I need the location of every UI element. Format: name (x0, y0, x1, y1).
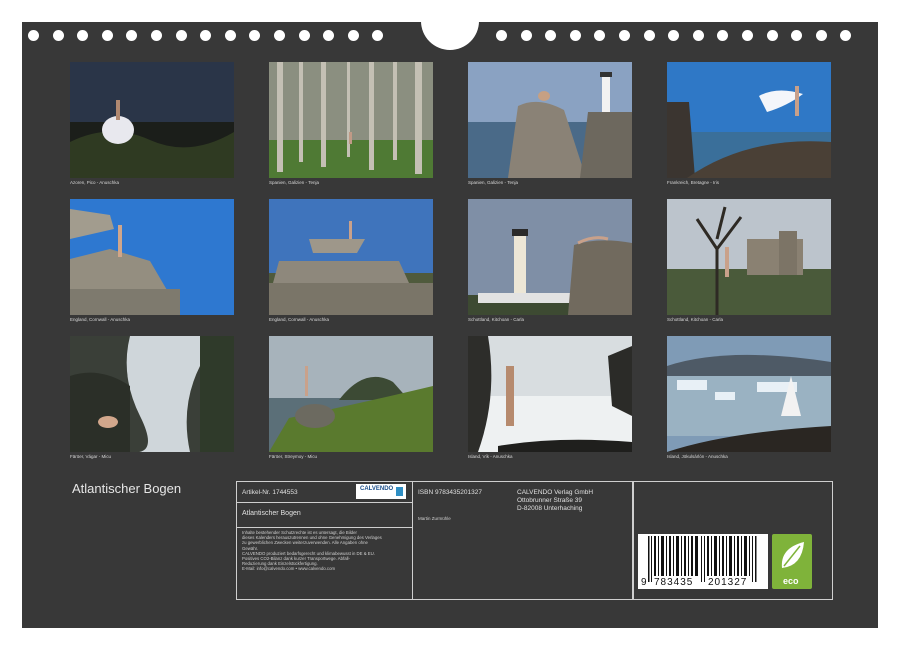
divider (236, 527, 412, 528)
photo-schottland-lighthouse (468, 199, 632, 315)
photo-galizien-forest (269, 62, 433, 178)
isbn: ISBN 9783435201327 (418, 489, 482, 496)
photo-caption: England, Cornwall - Anuschka (70, 317, 131, 322)
publisher-address: CALVENDO Verlag GmbH Ottobrunner Straße … (517, 489, 594, 512)
photo-caption: Azoren, Pico - Anuschka (70, 180, 120, 185)
photo-island-vik (468, 336, 632, 452)
photo-schottland-castle (667, 199, 831, 315)
photo-faroer-streymoy (269, 336, 433, 452)
photo-faroer-waterfall (70, 336, 234, 452)
calendar-title: Atlantischer Bogen (72, 481, 182, 496)
photo-caption: Spanien, Galizien - Tenja (269, 180, 319, 185)
product-title: Atlantischer Bogen (242, 510, 301, 517)
photo-caption: Island, Vík - Anuschka (468, 454, 513, 459)
photo-caption: Färöer, Streymoy - Micu (269, 454, 318, 459)
photo-island-jokulsarlon (667, 336, 831, 452)
photo-cornwall-tor (269, 199, 433, 315)
photo-caption: Schottland, Kitchoan - Carla (667, 317, 724, 322)
article-number: Artikel-Nr. 1744553 (242, 489, 298, 496)
binding-holes-left (28, 30, 384, 42)
divider (236, 502, 412, 503)
leaf-icon (781, 542, 804, 568)
barcode-digits-group1: 783435 (654, 577, 694, 588)
eco-label: eco (783, 576, 799, 586)
photo-caption: Schottland, Kitchoan - Carla (468, 317, 525, 322)
calvendo-logo-text: CALVENDO (360, 486, 394, 492)
photo-azoren (70, 62, 234, 178)
photo-caption: Färöer, Vágar - Micu (70, 454, 112, 459)
legal-text: Inhalte bestehender Schutzrechte ist es … (242, 530, 382, 572)
divider (412, 481, 413, 599)
photo-caption: Frankreich, Bretagne - Iris (667, 180, 720, 185)
binding-holes-right (496, 30, 852, 42)
photo-bretagne (667, 62, 831, 178)
photo-caption: Spanien, Galizien - Tenja (468, 180, 518, 185)
photo-caption: Island, Jökulsárlón - Anuschka (667, 454, 728, 459)
photo-caption: England, Cornwall - Anuschka (269, 317, 330, 322)
barcode-digit-first: 9 (641, 577, 647, 588)
barcode: 9 783435 201327 (638, 534, 768, 589)
barcode-digits-group2: 201327 (708, 577, 748, 588)
calvendo-logo: CALVENDO (356, 484, 406, 499)
photo-galizien-lighthouse (468, 62, 632, 178)
author: Martin Zurmühle (418, 516, 451, 521)
photo-cornwall-rocks (70, 199, 234, 315)
eco-badge: eco (772, 534, 812, 589)
